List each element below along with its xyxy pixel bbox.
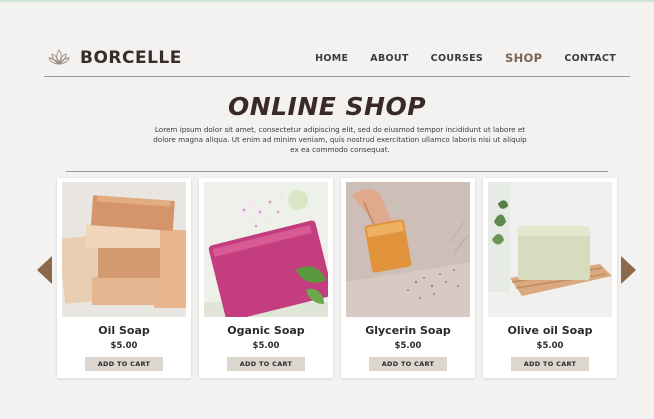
header-divider [44, 76, 630, 77]
product-price: $5.00 [536, 341, 564, 351]
olive-oil-soap-image[interactable] [488, 182, 612, 317]
nav-courses[interactable]: COURSES [431, 53, 483, 64]
intro-text: Lorem ipsum dolor sit amet, consectetur … [153, 125, 527, 154]
section-divider [66, 171, 608, 172]
product-name: Oganic Soap [227, 324, 305, 337]
chevron-left-icon[interactable] [37, 256, 52, 284]
nav-about[interactable]: ABOUT [370, 53, 408, 64]
page-title: ONLINE SHOP [227, 92, 427, 121]
main-nav: HOME ABOUT COURSES SHOP CONTACT [315, 51, 616, 65]
product-card[interactable]: Oganic Soap $5.00 ADD TO CART [199, 178, 333, 378]
nav-home[interactable]: HOME [315, 53, 348, 64]
glycerin-soap-image[interactable] [346, 182, 470, 317]
product-price: $5.00 [110, 341, 138, 351]
lotus-icon [48, 49, 70, 65]
product-card[interactable]: Oil Soap $5.00 ADD TO CART [57, 178, 191, 378]
nav-shop[interactable]: SHOP [505, 51, 542, 65]
add-to-cart-button[interactable]: ADD TO CART [369, 357, 447, 371]
nav-contact[interactable]: CONTACT [564, 53, 616, 64]
brand[interactable]: BORCELLE [46, 45, 182, 71]
product-price: $5.00 [394, 341, 422, 351]
product-name: Glycerin Soap [365, 324, 451, 337]
product-name: Olive oil Soap [507, 324, 593, 337]
oil-soap-image[interactable] [62, 182, 186, 317]
product-card[interactable]: Glycerin Soap $5.00 ADD TO CART [341, 178, 475, 378]
product-name: Oil Soap [98, 324, 150, 337]
add-to-cart-button[interactable]: ADD TO CART [227, 357, 305, 371]
add-to-cart-button[interactable]: ADD TO CART [85, 357, 163, 371]
top-accent-line [0, 0, 654, 2]
brand-name: BORCELLE [80, 48, 182, 68]
product-price: $5.00 [252, 341, 280, 351]
site-header: BORCELLE HOME ABOUT COURSES SHOP CONTACT [46, 40, 630, 76]
chevron-right-icon[interactable] [621, 256, 636, 284]
add-to-cart-button[interactable]: ADD TO CART [511, 357, 589, 371]
organic-soap-image[interactable] [204, 182, 328, 317]
product-card[interactable]: Olive oil Soap $5.00 ADD TO CART [483, 178, 617, 378]
product-carousel: Oil Soap $5.00 ADD TO CART Oganic Soap $… [57, 178, 617, 380]
